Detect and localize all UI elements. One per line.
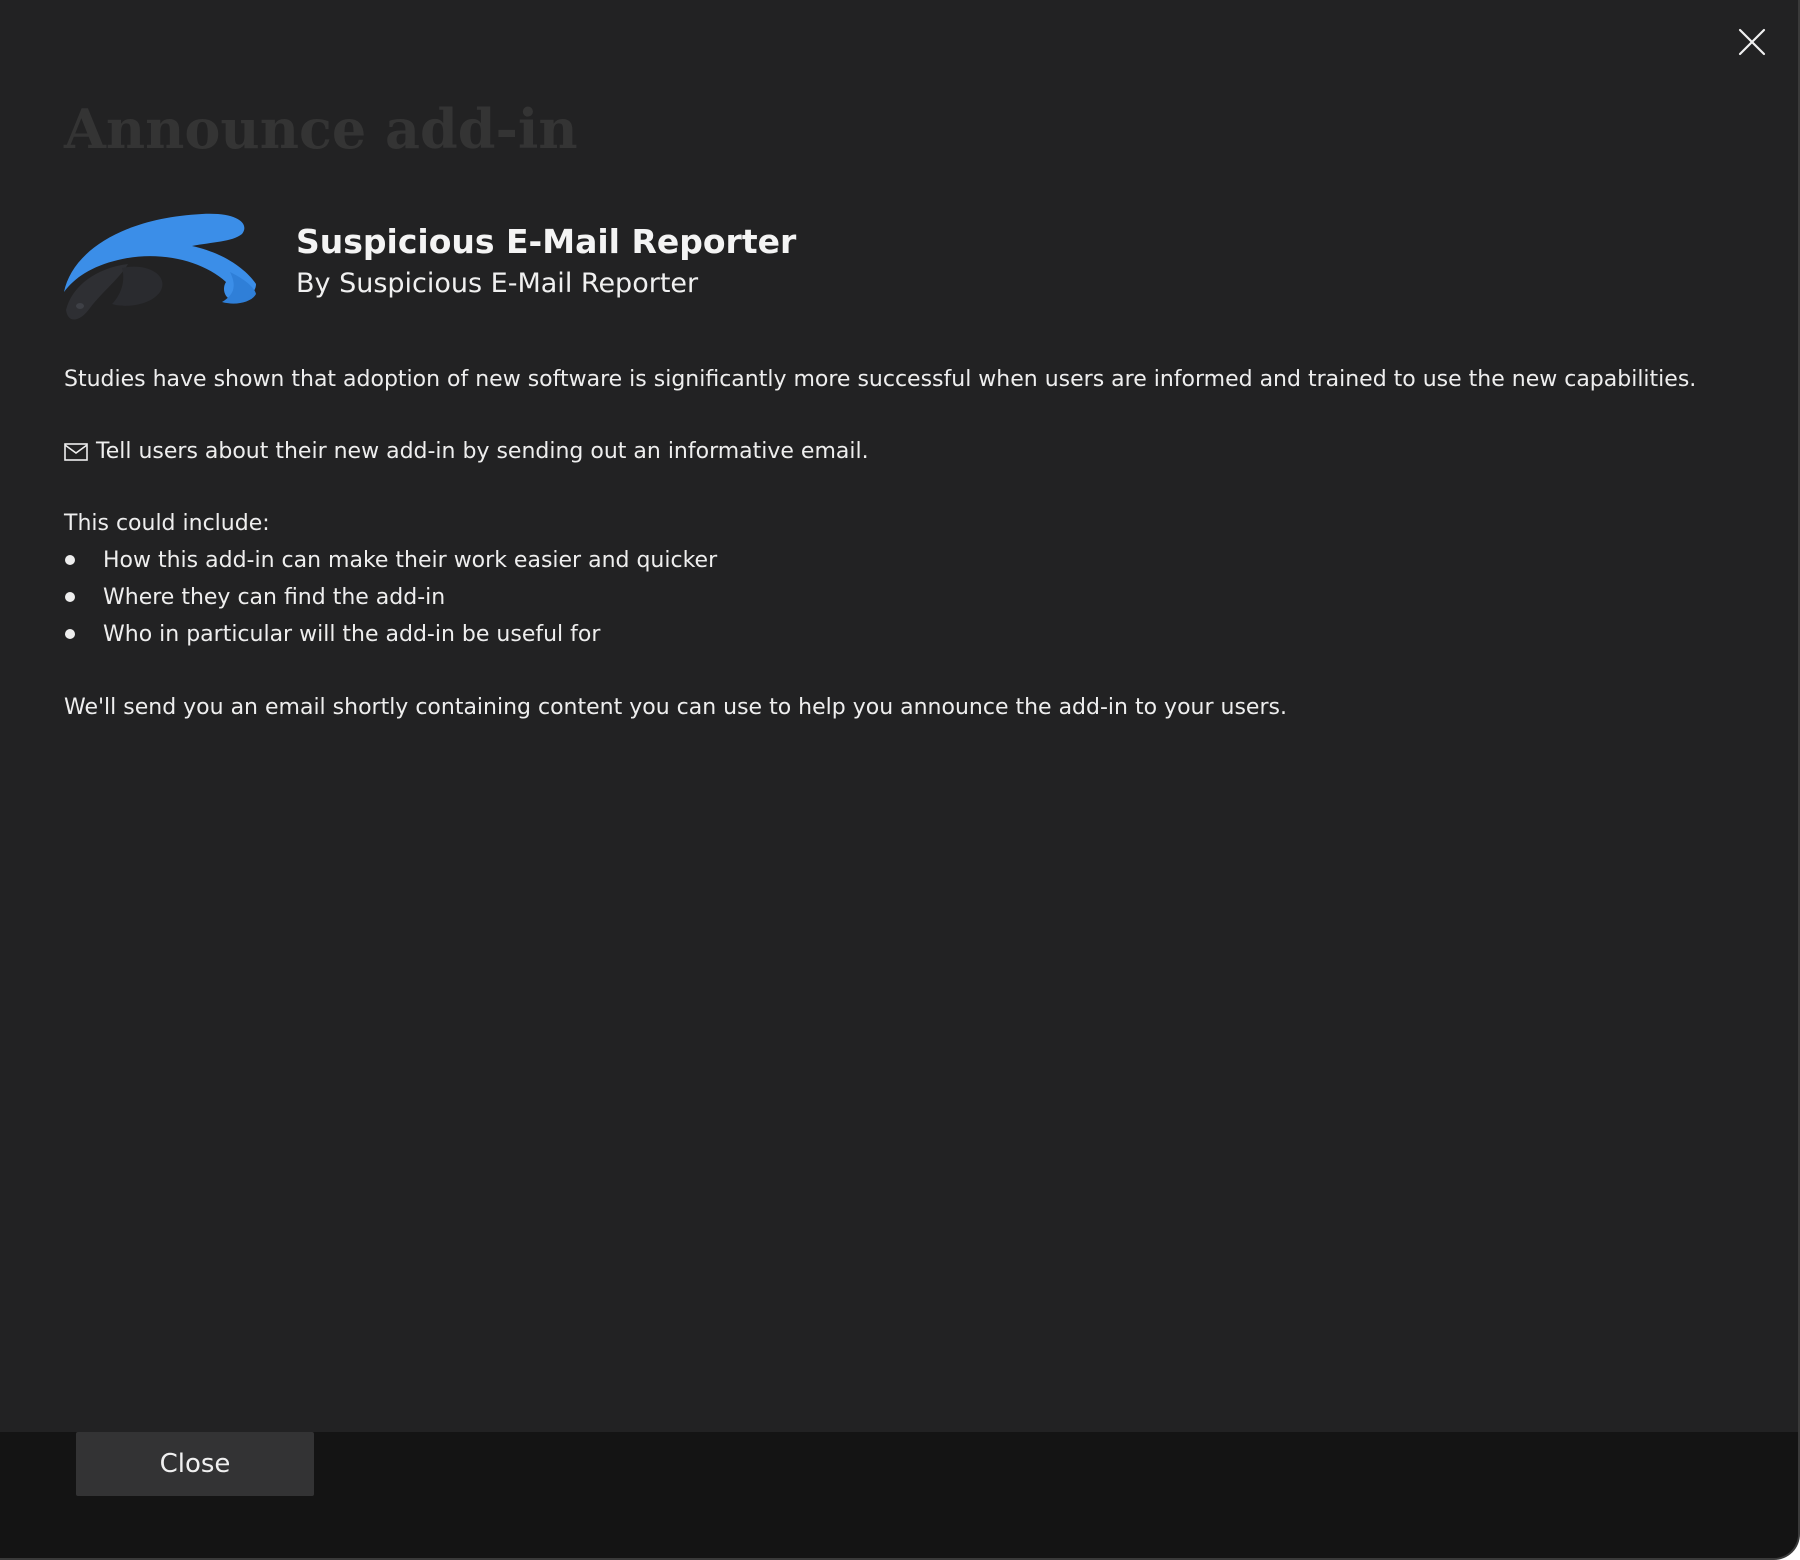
list-item: Who in particular will the add-in be use… — [64, 620, 717, 657]
include-list: How this add-in can make their work easi… — [64, 546, 717, 657]
bullet-dot — [65, 629, 75, 639]
announce-addin-dialog: Announce add-in Suspicious E-Mail Report… — [0, 0, 1800, 1560]
suspicious-email-reporter-logo-icon — [62, 212, 258, 326]
bullet-dot — [65, 592, 75, 602]
email-text: Tell users about their new add-in by sen… — [96, 439, 869, 464]
dialog-title: Announce add-in — [64, 97, 578, 161]
list-item-text: How this add-in can make their work easi… — [103, 548, 718, 573]
bullet-dot — [65, 555, 75, 565]
list-item-text: Where they can find the add-in — [103, 585, 446, 610]
app-publisher: By Suspicious E-Mail Reporter — [296, 268, 699, 299]
list-item: Where they can find the add-in — [64, 583, 717, 620]
followup-paragraph: We'll send you an email shortly containi… — [64, 695, 1287, 720]
close-icon-glyph — [1738, 28, 1766, 56]
mail-icon — [64, 443, 88, 461]
app-name: Suspicious E-Mail Reporter — [296, 222, 797, 261]
close-button[interactable]: Close — [76, 1432, 314, 1496]
include-heading: This could include: — [64, 511, 270, 536]
intro-paragraph: Studies have shown that adoption of new … — [64, 367, 1697, 392]
email-paragraph: Tell users about their new add-in by sen… — [64, 437, 869, 467]
close-icon[interactable] — [1726, 16, 1778, 68]
dialog-footer: Close — [0, 1432, 1798, 1558]
list-item-text: Who in particular will the add-in be use… — [103, 622, 601, 647]
list-item: How this add-in can make their work easi… — [64, 546, 717, 583]
